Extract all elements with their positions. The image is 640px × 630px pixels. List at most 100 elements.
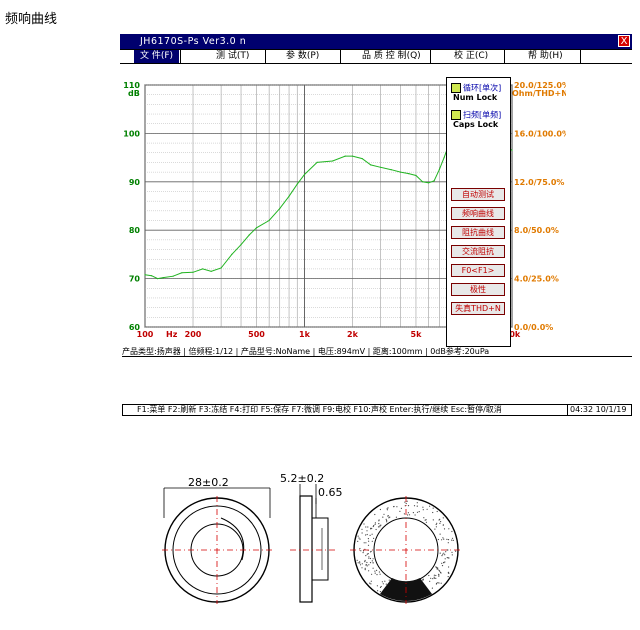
stipple-dot	[451, 551, 453, 553]
stipple-dot	[365, 542, 367, 544]
stipple-dot	[416, 511, 419, 513]
data-point	[303, 173, 306, 176]
stipple-dot	[432, 507, 434, 509]
stipple-dot	[373, 537, 375, 539]
stipple-dot	[418, 511, 420, 513]
stipple-dot	[435, 523, 437, 526]
stipple-dot	[432, 519, 434, 521]
x-tick-label: 2k	[347, 330, 359, 339]
stipple-dot	[357, 540, 359, 542]
stipple-dot	[437, 582, 439, 584]
stipple-dot	[444, 558, 446, 560]
stipple-dot	[378, 519, 380, 521]
data-point	[172, 275, 174, 277]
impedance-curve-button[interactable]: 阻抗曲线	[451, 226, 505, 239]
stipple-dot	[440, 572, 442, 574]
stipple-dot	[383, 513, 385, 515]
stipple-dot	[435, 526, 437, 528]
stipple-dot	[403, 513, 405, 515]
stipple-dot	[382, 583, 384, 585]
stipple-dot	[441, 565, 444, 567]
stipple-dot	[446, 538, 448, 540]
side-panel: 循环[单次] Num Lock 扫频[单频] Caps Lock 自动测试 频响…	[446, 77, 511, 347]
stipple-dot	[448, 572, 450, 574]
stipple-dot	[440, 521, 442, 523]
stipple-dot	[376, 585, 378, 587]
stipple-dot	[374, 513, 376, 516]
data-point	[399, 171, 402, 173]
stipple-dot	[372, 562, 374, 564]
data-point	[210, 270, 212, 272]
stipple-dot	[414, 514, 416, 516]
stipple-dot	[406, 500, 408, 502]
stipple-dot	[379, 573, 381, 575]
data-point	[361, 158, 363, 160]
stipple-dot	[439, 533, 441, 535]
stipple-dot	[438, 519, 440, 521]
stipple-dot	[412, 512, 414, 514]
stipple-dot	[368, 557, 370, 559]
stipple-dot	[423, 517, 425, 519]
stipple-dot	[367, 526, 369, 528]
stipple-dot	[404, 501, 406, 503]
stipple-dot	[451, 530, 453, 533]
stipple-dot	[361, 528, 363, 530]
auto-test-button[interactable]: 自动测试	[451, 188, 505, 201]
num-lock-led	[451, 83, 461, 93]
stipple-dot	[387, 515, 389, 517]
stipple-dot	[416, 505, 418, 507]
x-tick-label: 200	[185, 330, 202, 339]
stipple-dot	[422, 578, 424, 581]
stipple-dot	[378, 523, 380, 525]
stipple-dot	[366, 533, 368, 536]
speaker-drawing: 28±0.2 5.2±0.2 0.65	[162, 472, 462, 604]
back-view	[350, 496, 462, 604]
data-point	[344, 155, 346, 157]
stipple-dot	[369, 582, 371, 584]
stipple-dot	[364, 561, 366, 563]
data-point	[296, 183, 298, 185]
function-key-bar: F1:菜单 F2:刷新 F3:冻结 F4:打印 F5:保存 F7:微调 F9:电…	[122, 404, 632, 416]
stipple-dot	[426, 508, 428, 510]
ac-impedance-button[interactable]: 交流阻抗	[451, 245, 505, 258]
stipple-dot	[368, 564, 370, 566]
stipple-dot	[377, 590, 379, 592]
stipple-dot	[443, 538, 445, 540]
thd-button[interactable]: 失真THD+N	[451, 302, 505, 315]
data-point	[422, 181, 424, 183]
stipple-dot	[443, 552, 445, 554]
stipple-dot	[371, 540, 373, 542]
stipple-dot	[422, 509, 424, 511]
frequency-response-button[interactable]: 频响曲线	[451, 207, 505, 220]
stipple-dot	[366, 561, 368, 564]
stipple-dot	[379, 591, 381, 593]
stipple-dot	[376, 569, 378, 571]
right-tick-label: 12.0/75.0%	[514, 178, 564, 187]
data-point	[268, 219, 270, 222]
data-point	[351, 155, 354, 157]
stipple-dot	[367, 544, 370, 546]
stipple-dot	[441, 539, 443, 541]
loop-indicator: 循环[单次] Num Lock	[451, 83, 502, 102]
stipple-dot	[364, 569, 366, 571]
stipple-dot	[393, 506, 395, 508]
stipple-dot	[370, 580, 372, 582]
close-button[interactable]: X	[618, 35, 630, 47]
stipple-dot	[433, 574, 435, 576]
stipple-dot	[356, 559, 358, 561]
stipple-dot	[448, 566, 450, 568]
y-tick-label: 100	[123, 129, 140, 138]
stipple-dot	[366, 553, 368, 555]
left-axis-unit: dB	[128, 89, 140, 98]
stipple-dot	[435, 577, 437, 579]
f0-button[interactable]: F0<F1>	[451, 264, 505, 277]
data-point	[511, 149, 513, 151]
stipple-dot	[442, 524, 444, 526]
polarity-button[interactable]: 极性	[451, 283, 505, 296]
stipple-dot	[365, 564, 367, 566]
stipple-dot	[371, 533, 373, 535]
stipple-dot	[359, 561, 361, 563]
data-point	[255, 227, 258, 229]
stipple-dot	[432, 578, 434, 580]
stipple-dot	[438, 575, 440, 577]
